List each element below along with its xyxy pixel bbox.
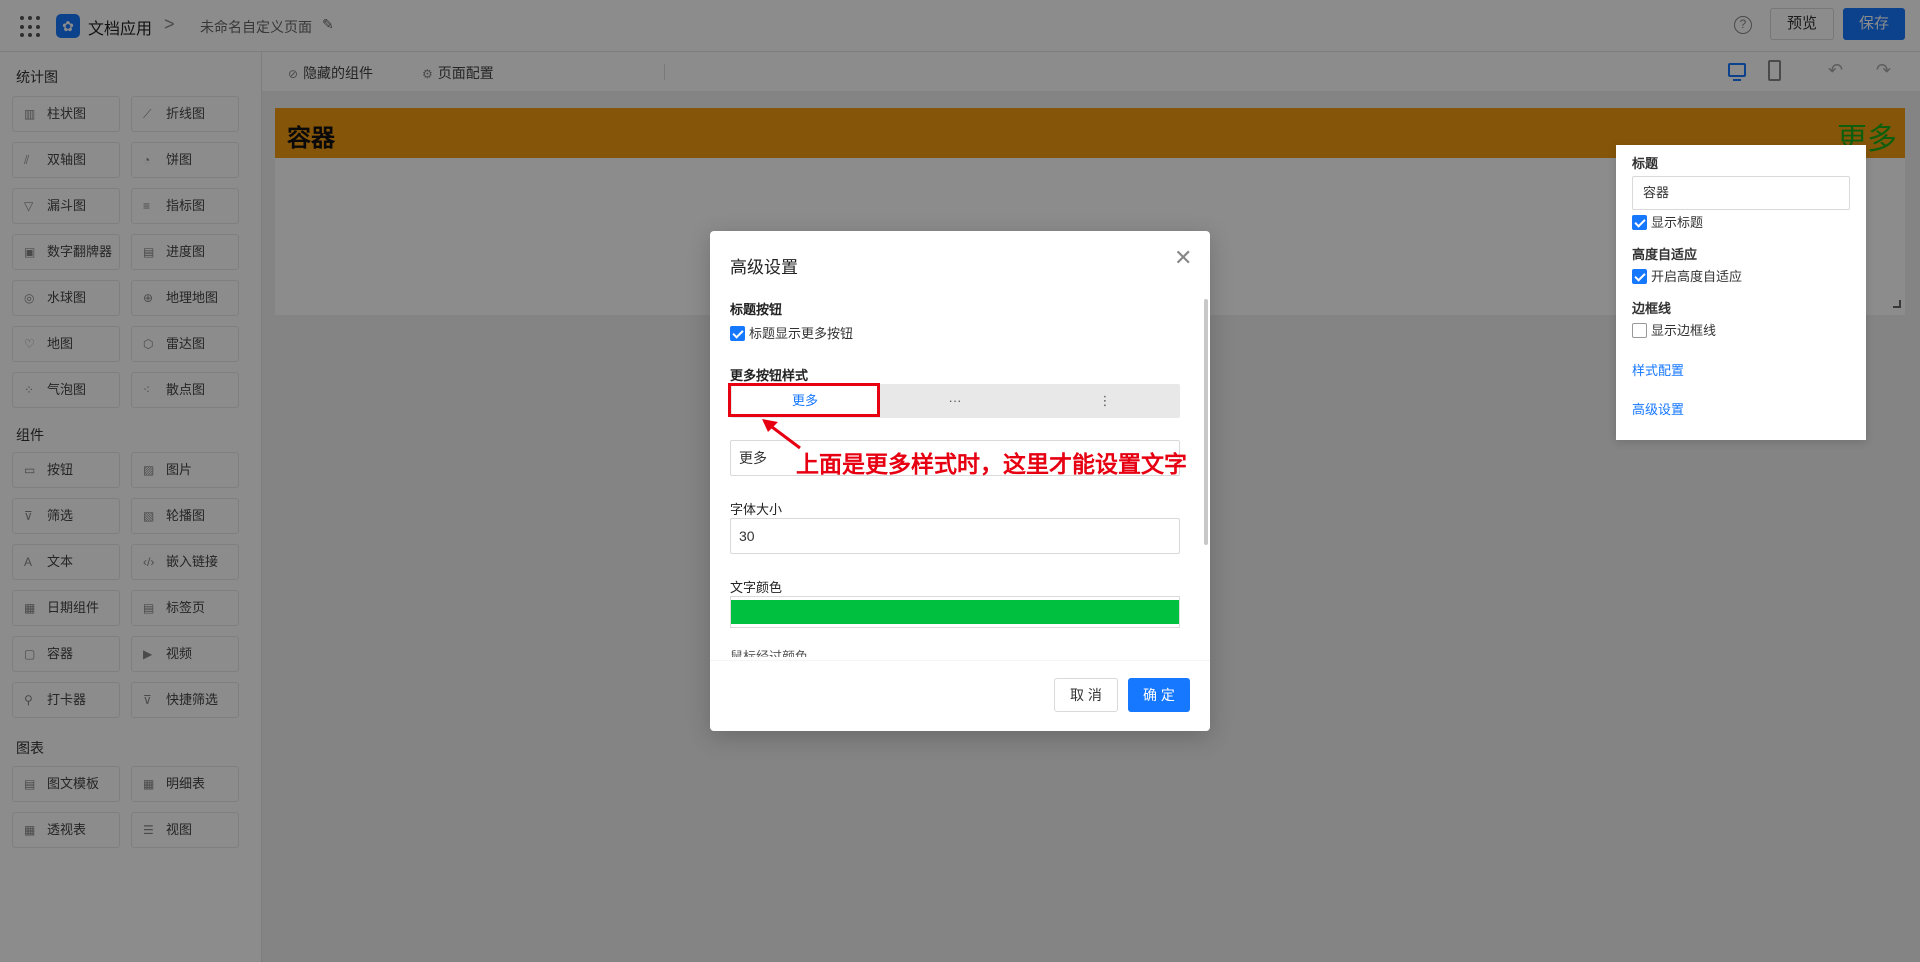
annotation-text: 上面是更多样式时，这里才能设置文字 (796, 451, 1187, 477)
title-input[interactable]: 容器 (1632, 176, 1850, 210)
checkbox-checked-icon (1632, 215, 1647, 230)
modal-scrollbar[interactable] (1204, 299, 1208, 545)
style-config-link[interactable]: 样式配置 (1632, 360, 1684, 379)
checkbox-checked-icon (730, 326, 745, 341)
cancel-button[interactable]: 取 消 (1054, 678, 1118, 712)
checkbox-checked-icon (1632, 269, 1647, 284)
border-label: 边框线 (1632, 301, 1672, 316)
advanced-settings-link[interactable]: 高级设置 (1632, 399, 1684, 418)
text-color-label: 文字颜色 (730, 580, 783, 595)
height-auto-label: 高度自适应 (1632, 247, 1698, 262)
advanced-settings-modal: 高级设置 ✕ 标题按钮 标题显示更多按钮 更多按钮样式 更多 ··· ⋮ 更多 … (710, 231, 1210, 731)
annotation-highlight-box (728, 383, 880, 417)
font-size-input[interactable]: 30 (730, 518, 1180, 554)
hover-color-label: 鼠标经过颜色 (730, 649, 809, 657)
show-border-checkbox[interactable]: 显示边框线 (1632, 323, 1716, 339)
show-title-checkbox[interactable]: 显示标题 (1632, 215, 1703, 231)
title-button-label: 标题按钮 (730, 302, 783, 317)
modal-footer-divider (710, 660, 1210, 661)
font-size-label: 字体大小 (730, 502, 783, 517)
color-swatch (731, 600, 1179, 624)
confirm-button[interactable]: 确 定 (1128, 678, 1190, 712)
title-label: 标题 (1632, 156, 1659, 171)
container-config-panel: 标题 容器 显示标题 高度自适应 开启高度自适应 边框线 显示边框线 样式配置 … (1616, 145, 1866, 440)
checkbox-unchecked-icon (1632, 323, 1647, 338)
text-color-picker[interactable] (730, 596, 1180, 628)
show-more-button-checkbox[interactable]: 标题显示更多按钮 (730, 323, 853, 342)
more-style-label: 更多按钮样式 (730, 368, 809, 383)
modal-title: 高级设置 (730, 258, 798, 277)
style-option-ellipsis[interactable]: ··· (880, 384, 1030, 418)
height-auto-checkbox[interactable]: 开启高度自适应 (1632, 269, 1742, 285)
style-option-vertical-dots[interactable]: ⋮ (1030, 384, 1180, 418)
close-icon[interactable]: ✕ (1174, 247, 1192, 269)
